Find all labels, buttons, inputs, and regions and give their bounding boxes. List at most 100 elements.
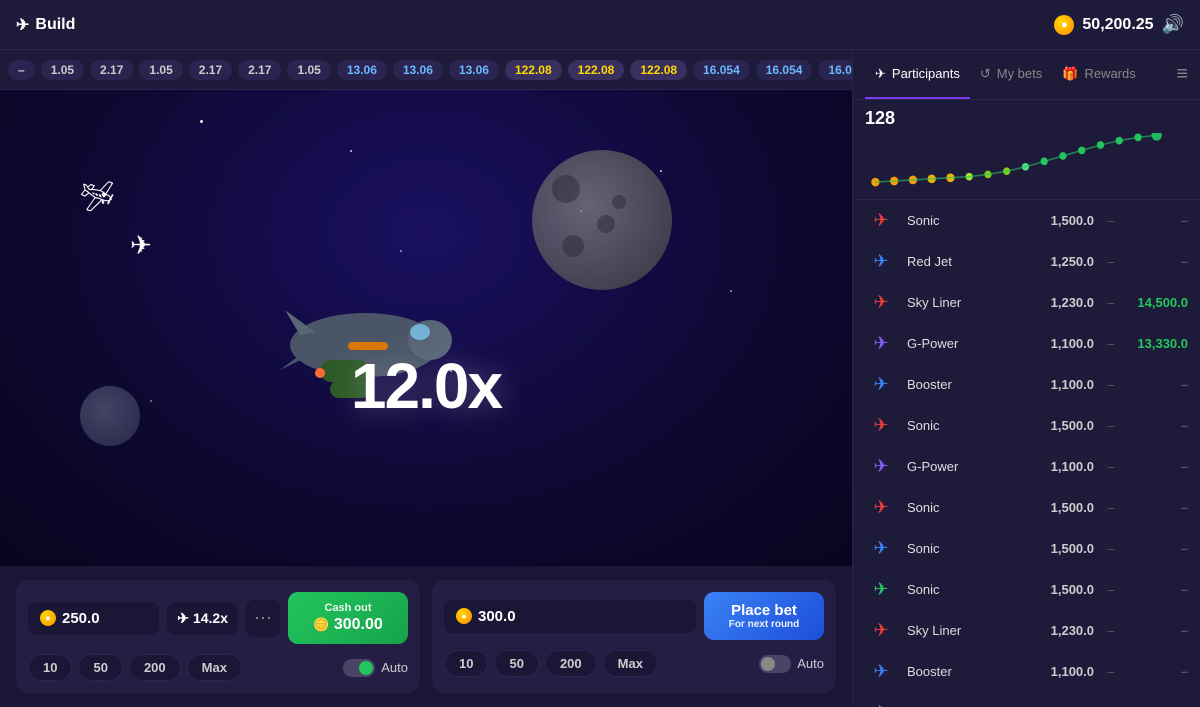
place-bet-button[interactable]: Place bet For next round bbox=[704, 592, 824, 640]
quick-bets-left: 10 50 200 Max Auto bbox=[28, 654, 408, 681]
participant-bet: 1,100.0 bbox=[1039, 459, 1094, 474]
chart-label: 128 bbox=[865, 108, 1188, 129]
participant-name: G-Power bbox=[907, 336, 1029, 351]
ticker-item: 2.17 bbox=[90, 60, 133, 80]
participant-avatar: ✈ bbox=[865, 576, 897, 602]
quick-bet-max-left[interactable]: Max bbox=[187, 654, 242, 681]
auto-toggle-left[interactable]: Auto bbox=[343, 659, 408, 677]
participant-win: – bbox=[1128, 377, 1188, 392]
ticker-item: 1.05 bbox=[287, 60, 330, 80]
header-left: ✈ Build bbox=[16, 15, 75, 35]
participant-dash: – bbox=[1104, 336, 1118, 351]
participant-bet: 1,500.0 bbox=[1039, 582, 1094, 597]
quick-bet-200-right[interactable]: 200 bbox=[545, 650, 597, 677]
quick-bet-200-left[interactable]: 200 bbox=[129, 654, 181, 681]
participant-bet: 1,100.0 bbox=[1039, 377, 1094, 392]
participant-dash: – bbox=[1104, 213, 1118, 228]
participant-avatar: ✈ bbox=[865, 330, 897, 356]
sound-icon[interactable]: 🔊 bbox=[1162, 14, 1184, 35]
participant-row: ✈ Sonic 1,500.0 – – bbox=[853, 528, 1200, 569]
quick-bet-10-right[interactable]: 10 bbox=[444, 650, 488, 677]
ticker-item: 122.08 bbox=[505, 60, 562, 80]
ticker-item: 122.08 bbox=[630, 60, 687, 80]
participant-row: ✈ Sonic 1,500.0 – – bbox=[853, 569, 1200, 610]
tab-icon-0: ✈ bbox=[875, 66, 886, 82]
game-area: 🛩 ✈ bbox=[0, 90, 852, 566]
participant-name: Sonic bbox=[907, 213, 1029, 228]
participant-win: – bbox=[1128, 418, 1188, 433]
balance-display: 50,200.25 bbox=[1082, 16, 1153, 34]
participant-avatar: ✈ bbox=[865, 207, 897, 233]
place-bet-label: Place bet bbox=[731, 602, 797, 619]
participant-bet: 1,230.0 bbox=[1039, 623, 1094, 638]
tab-label-1: My bets bbox=[997, 66, 1043, 81]
cash-out-coin-icon: 🪙 bbox=[313, 617, 329, 632]
tab-icon-2: 🎁 bbox=[1062, 66, 1078, 82]
toggle-knob-right bbox=[761, 657, 775, 671]
auto-toggle-switch-right[interactable] bbox=[759, 655, 791, 673]
quick-bet-50-left[interactable]: 50 bbox=[78, 654, 122, 681]
bet-multiplier-left[interactable]: ✈ 14.2x bbox=[167, 602, 238, 635]
participant-avatar: ✈ bbox=[865, 289, 897, 315]
right-tab-rewards[interactable]: 🎁 Rewards bbox=[1052, 50, 1145, 99]
header-center: ● 50,200.25 🔊 bbox=[1054, 14, 1184, 35]
participant-bet: 1,250.0 bbox=[1039, 254, 1094, 269]
toggle-knob-left bbox=[359, 661, 373, 675]
ticker-item: 13.06 bbox=[449, 60, 499, 80]
participant-win: 14,500.0 bbox=[1128, 295, 1188, 310]
multiplier-ticker: –1.052.171.052.172.171.0513.0613.0613.06… bbox=[0, 50, 852, 90]
participant-bet: 1,500.0 bbox=[1039, 500, 1094, 515]
participant-avatar: ✈ bbox=[865, 453, 897, 479]
participant-win: – bbox=[1128, 213, 1188, 228]
bet-amount-value-right: 300.0 bbox=[478, 608, 516, 625]
app-title: Build bbox=[35, 16, 75, 34]
chart-area: 128 bbox=[853, 100, 1200, 200]
bet-controls: ● 250.0 ✈ 14.2x ⋯ Cash out 🪙 300.00 bbox=[0, 566, 852, 707]
participant-avatar: ✈ bbox=[865, 371, 897, 397]
participant-avatar: ✈ bbox=[865, 412, 897, 438]
coin-icon: ● bbox=[1054, 15, 1074, 35]
small-moon-decoration bbox=[80, 386, 140, 446]
participant-win: – bbox=[1128, 500, 1188, 515]
ticker-item: 13.06 bbox=[337, 60, 387, 80]
participant-avatar: ✈ bbox=[865, 658, 897, 684]
participant-row: ✈ Sky Liner 1,230.0 – 14,500.0 bbox=[853, 282, 1200, 323]
right-tab-participants[interactable]: ✈Participants bbox=[865, 50, 970, 99]
participant-row: ✈ G-Power 1,100.0 – – bbox=[853, 446, 1200, 487]
quick-bet-10-left[interactable]: 10 bbox=[28, 654, 72, 681]
participant-avatar: ✈ bbox=[865, 494, 897, 520]
participant-avatar: ✈ bbox=[865, 699, 897, 707]
participant-name: Sonic bbox=[907, 541, 1029, 556]
multiplier-display: 12.0x bbox=[351, 349, 501, 423]
quick-bet-max-right[interactable]: Max bbox=[603, 650, 658, 677]
bet-amount-right[interactable]: ● 300.0 bbox=[444, 600, 696, 633]
header: ✈ Build ● 50,200.25 🔊 bbox=[0, 0, 1200, 50]
participant-name: Booster bbox=[907, 664, 1029, 679]
ticker-item: 2.17 bbox=[238, 60, 281, 80]
chart-svg bbox=[865, 133, 1188, 193]
participant-name: Sonic bbox=[907, 582, 1029, 597]
quick-bet-50-right[interactable]: 50 bbox=[494, 650, 538, 677]
participant-dash: – bbox=[1104, 541, 1118, 556]
right-tab-my-bets[interactable]: ↺My bets bbox=[970, 50, 1052, 99]
participant-name: Sonic bbox=[907, 500, 1029, 515]
right-panel: ✈Participants↺My bets 🎁 Rewards ≡ 128 bbox=[852, 50, 1200, 707]
cash-out-button[interactable]: Cash out 🪙 300.00 bbox=[288, 592, 408, 644]
ticker-item: 122.08 bbox=[568, 60, 625, 80]
participant-row: ✈ Red Jet 1,250.0 – – bbox=[853, 241, 1200, 282]
auto-toggle-right[interactable]: Auto bbox=[759, 655, 824, 673]
more-options-left[interactable]: ⋯ bbox=[246, 600, 280, 637]
app-logo: ✈ Build bbox=[16, 15, 75, 35]
auto-toggle-switch-left[interactable] bbox=[343, 659, 375, 677]
participant-name: Sky Liner bbox=[907, 295, 1029, 310]
tab-label-2: Rewards bbox=[1084, 66, 1135, 81]
ticker-item: 16.054 bbox=[693, 60, 750, 80]
participant-bet: 1,500.0 bbox=[1039, 213, 1094, 228]
participant-dash: – bbox=[1104, 582, 1118, 597]
menu-button[interactable]: ≡ bbox=[1176, 63, 1188, 86]
cash-out-label: Cash out bbox=[324, 602, 371, 614]
main-content: –1.052.171.052.172.171.0513.0613.0613.06… bbox=[0, 50, 1200, 707]
participant-dash: – bbox=[1104, 623, 1118, 638]
bet-amount-left[interactable]: ● 250.0 bbox=[28, 602, 159, 635]
place-bet-sub: For next round bbox=[729, 619, 800, 630]
